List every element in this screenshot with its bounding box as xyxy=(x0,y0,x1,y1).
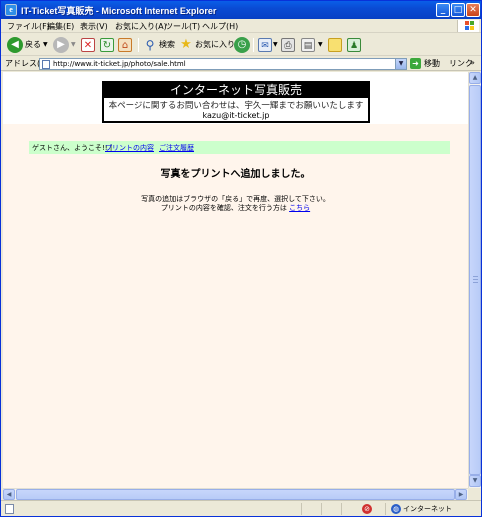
horizontal-scroll-thumb[interactable] xyxy=(16,489,455,500)
scroll-down-arrow-icon[interactable]: ▼ xyxy=(469,475,481,487)
address-bar: アドレス(D) http://www.it-ticket.jp/photo/sa… xyxy=(1,57,481,71)
user-nav-bar: ゲストさん、ようこそ!! | プリントの内容 ご注文履歴 xyxy=(29,141,450,154)
messenger-icon[interactable]: ♟ xyxy=(347,38,361,52)
menu-favorites[interactable]: お気に入り(A) xyxy=(115,21,167,32)
back-button-label[interactable]: 戻る xyxy=(25,37,41,53)
go-arrow-icon[interactable]: ➜ xyxy=(410,58,421,69)
history-icon[interactable]: ◷ xyxy=(234,37,250,53)
menu-bar: ファイル(F) 編集(E) 表示(V) お気に入り(A) ツール(T) ヘルプ(… xyxy=(1,19,481,33)
close-button[interactable]: ✕ xyxy=(466,3,480,17)
menu-tools[interactable]: ツール(T) xyxy=(165,21,200,32)
menu-edit[interactable]: 編集(E) xyxy=(47,21,74,32)
search-icon[interactable]: ⚲ xyxy=(143,38,157,52)
search-button-label[interactable]: 検索 xyxy=(159,37,175,53)
proceed-text: プリントの内容を確認、注文を行う方は こちら xyxy=(3,203,468,213)
address-dropdown-icon[interactable]: ▼ xyxy=(395,59,406,69)
maximize-button[interactable]: □ xyxy=(451,3,465,17)
favorites-star-icon[interactable]: ★ xyxy=(179,38,193,52)
internet-zone-icon: ◍ xyxy=(391,504,401,514)
confirmation-heading: 写真をプリントへ追加しました。 xyxy=(160,169,311,180)
scroll-left-arrow-icon[interactable]: ◀ xyxy=(3,489,15,500)
popup-blocked-icon[interactable]: ⊘ xyxy=(362,504,372,514)
title-bar[interactable]: e IT-Ticket写真販売 - Microsoft Internet Exp… xyxy=(1,1,481,19)
status-bar: ⊘ ◍ インターネット xyxy=(1,500,481,516)
status-cell xyxy=(321,503,341,515)
contact-note: 本ページに関するお問い合わせは、宇久一輝までお願いいたします xyxy=(108,101,364,111)
browser-window: e IT-Ticket写真販売 - Microsoft Internet Exp… xyxy=(0,0,482,517)
ie-app-icon: e xyxy=(5,4,17,16)
forward-arrow-icon[interactable]: ▶ xyxy=(53,37,69,53)
guest-greeting: ゲストさん、ようこそ!! | xyxy=(32,144,113,152)
minimize-button[interactable]: _ xyxy=(436,3,450,17)
stop-icon[interactable]: ✕ xyxy=(81,38,95,52)
vertical-scrollbar[interactable]: ▲ ▼ xyxy=(468,72,481,488)
print-contents-link[interactable]: プリントの内容 xyxy=(105,143,154,153)
favorites-button-label[interactable]: お気に入り xyxy=(195,37,235,53)
page-title: インターネット写真販売 xyxy=(104,83,368,98)
proceed-link[interactable]: こちら xyxy=(289,204,310,212)
discuss-icon[interactable] xyxy=(328,38,342,52)
mail-icon[interactable]: ✉ xyxy=(258,38,272,52)
mail-dropdown-icon[interactable]: ▼ xyxy=(273,37,278,53)
windows-logo-icon xyxy=(457,20,479,32)
horizontal-scrollbar[interactable]: ◀ ▶ xyxy=(3,488,468,500)
address-input[interactable]: http://www.it-ticket.jp/photo/sale.html … xyxy=(39,58,407,70)
home-icon[interactable]: ⌂ xyxy=(118,38,132,52)
page-header-box: インターネット写真販売 本ページに関するお問い合わせは、宇久一輝までお願いいたし… xyxy=(102,81,370,123)
page-icon xyxy=(42,60,50,69)
status-cell xyxy=(301,503,321,515)
status-cell xyxy=(341,503,359,515)
menu-view[interactable]: 表示(V) xyxy=(80,21,108,32)
page-status-icon xyxy=(5,504,14,514)
order-history-link[interactable]: ご注文履歴 xyxy=(159,143,194,153)
edit-icon[interactable]: ▤ xyxy=(301,38,315,52)
back-arrow-icon[interactable]: ◀ xyxy=(7,37,23,53)
vertical-scroll-thumb[interactable] xyxy=(469,85,481,475)
toolbar: ◀ 戻る ▼ ▶ ▼ ✕ ↻ ⌂ ⚲ 検索 ★ お気に入り ◷ ✉ ▼ ⎙ ▤ … xyxy=(1,34,481,56)
contact-email: kazu@it-ticket.jp xyxy=(202,111,270,120)
links-chevron-icon[interactable]: » xyxy=(470,58,475,67)
back-dropdown-icon[interactable]: ▼ xyxy=(43,37,48,53)
page-content: インターネット写真販売 本ページに関するお問い合わせは、宇久一輝までお願いいたし… xyxy=(3,72,468,488)
scroll-up-arrow-icon[interactable]: ▲ xyxy=(469,72,481,84)
address-url[interactable]: http://www.it-ticket.jp/photo/sale.html xyxy=(53,60,186,68)
forward-dropdown-icon[interactable]: ▼ xyxy=(71,37,76,53)
go-button-label[interactable]: 移動 xyxy=(424,58,440,69)
window-title: IT-Ticket写真販売 - Microsoft Internet Explo… xyxy=(21,6,217,16)
toolbar-separator xyxy=(138,38,139,52)
menu-file[interactable]: ファイル(F) xyxy=(7,21,50,32)
refresh-icon[interactable]: ↻ xyxy=(100,38,114,52)
proceed-text-prefix: プリントの内容を確認、注文を行う方は xyxy=(160,204,287,212)
menu-help[interactable]: ヘルプ(H) xyxy=(202,21,238,32)
edit-dropdown-icon[interactable]: ▼ xyxy=(318,37,323,53)
security-zone-label: インターネット xyxy=(403,505,452,513)
toolbar-separator xyxy=(253,38,254,52)
print-icon[interactable]: ⎙ xyxy=(281,38,295,52)
scroll-right-arrow-icon[interactable]: ▶ xyxy=(455,489,467,500)
